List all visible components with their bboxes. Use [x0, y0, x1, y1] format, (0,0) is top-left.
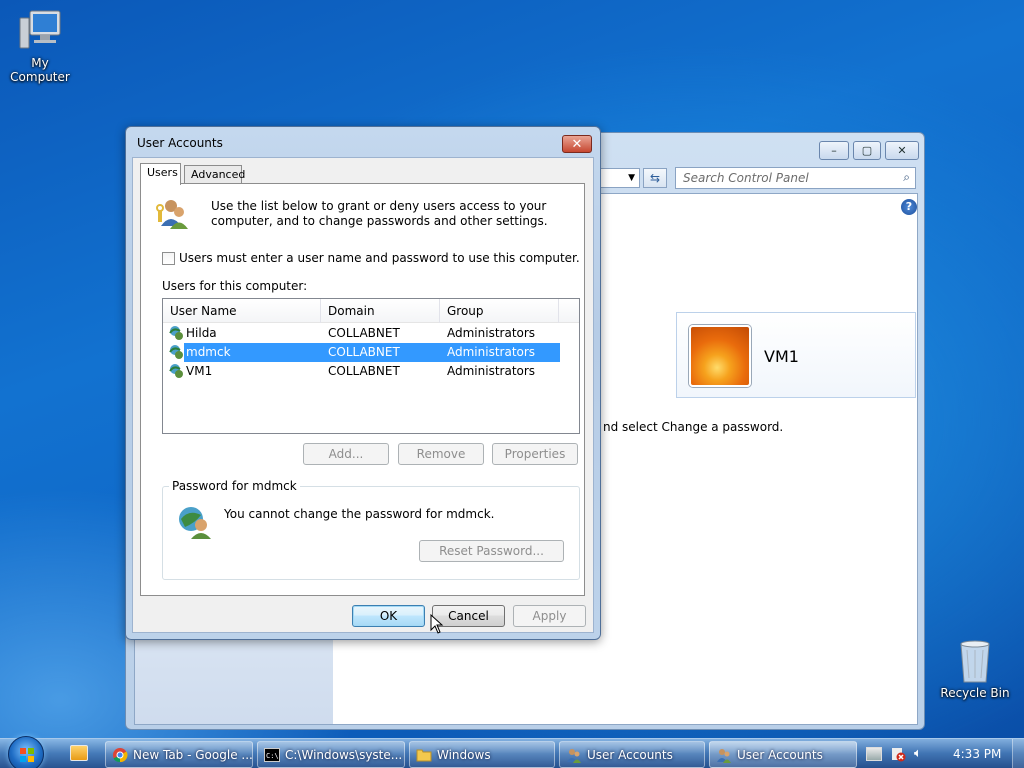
refresh-icon[interactable]: ⇆ [643, 168, 667, 188]
help-icon[interactable]: ? [901, 199, 917, 215]
recycle-bin-icon [955, 636, 995, 684]
instruction-text: nd select Change a password. [603, 420, 784, 434]
close-button[interactable]: ✕ [885, 141, 919, 160]
apply-button[interactable]: Apply [513, 605, 586, 627]
column-group[interactable]: Group [440, 299, 559, 323]
computer-icon [16, 8, 64, 54]
taskbar-item-user-accounts-active[interactable]: User Accounts [709, 741, 857, 768]
desktop-icon-my-computer[interactable]: My Computer [0, 8, 80, 84]
desktop-icon-label: My Computer [10, 56, 70, 84]
password-group-title: Password for mdmck [169, 479, 300, 493]
user-icon [169, 326, 183, 340]
command-prompt-icon: C:\ [264, 747, 280, 762]
user-globe-icon [177, 505, 211, 539]
dialog-body: Users Advanced Use the list below to gra… [132, 157, 594, 633]
remove-user-button[interactable]: Remove [398, 443, 484, 465]
minimize-button[interactable]: – [819, 141, 849, 160]
password-message: You cannot change the password for mdmck… [224, 507, 495, 521]
start-button[interactable] [8, 736, 44, 768]
search-icon[interactable]: ⌕ [903, 170, 910, 185]
users-keys-icon [155, 196, 189, 230]
user-name: Hilda [186, 326, 217, 340]
user-name: mdmck [186, 345, 231, 359]
user-group: Administrators [447, 326, 536, 340]
action-center-icon[interactable] [890, 746, 906, 762]
table-row[interactable]: Hilda COLLABNET Administrators [167, 324, 560, 343]
taskbar-item-chrome[interactable]: New Tab - Google ... [105, 741, 253, 768]
user-icon [169, 345, 183, 359]
tab-users[interactable]: Users [140, 163, 181, 185]
users-tab-panel: Use the list below to grant or deny user… [140, 183, 585, 596]
reset-password-button[interactable]: Reset Password... [419, 540, 564, 562]
add-user-button[interactable]: Add... [303, 443, 389, 465]
users-for-computer-label: Users for this computer: [162, 279, 308, 293]
users-icon [717, 748, 731, 763]
mouse-cursor-icon [430, 613, 444, 634]
properties-button[interactable]: Properties [492, 443, 578, 465]
must-enter-password-checkbox[interactable] [162, 252, 175, 265]
user-domain: COLLABNET [328, 345, 400, 359]
dialog-close-button[interactable]: ✕ [562, 135, 592, 153]
taskbar-item-label: Windows [437, 747, 491, 762]
must-enter-password-label[interactable]: Users must enter a user name and passwor… [179, 251, 580, 265]
taskbar-item-cmd[interactable]: C:\ C:\Windows\syste... [257, 741, 405, 768]
address-dropdown[interactable]: ▼ [600, 168, 640, 188]
user-picture [689, 325, 751, 387]
svg-text:C:\: C:\ [266, 752, 279, 760]
tab-advanced[interactable]: Advanced [184, 165, 245, 183]
users-list-header: User Name Domain Group [163, 299, 579, 323]
folder-icon [416, 749, 432, 761]
taskbar-item-explorer[interactable]: Windows [409, 741, 555, 768]
column-domain[interactable]: Domain [321, 299, 440, 323]
taskbar-item-label: User Accounts [737, 747, 823, 762]
column-user-name[interactable]: User Name [163, 299, 321, 323]
maximize-button[interactable]: ▢ [853, 141, 881, 160]
desktop-icon-label: Recycle Bin [940, 686, 1010, 700]
ok-button[interactable]: OK [352, 605, 425, 627]
taskbar-item-label: New Tab - Google ... [133, 747, 253, 762]
taskbar: New Tab - Google ... C:\ C:\Windows\syst… [0, 736, 1024, 768]
intro-text: Use the list below to grant or deny user… [211, 199, 548, 228]
user-group: Administrators [447, 364, 536, 378]
chrome-icon [113, 747, 128, 762]
taskbar-item-label: C:\Windows\syste... [285, 747, 403, 762]
taskbar-item-label: User Accounts [587, 747, 673, 762]
users-icon [567, 748, 581, 763]
users-list[interactable]: User Name Domain Group Hilda COLLABNET A… [162, 298, 580, 434]
table-row[interactable]: VM1 COLLABNET Administrators [167, 362, 560, 381]
clock[interactable]: 4:33 PM [953, 747, 1001, 761]
taskbar-item-user-accounts[interactable]: User Accounts [559, 741, 705, 768]
user-tile: VM1 [676, 312, 916, 398]
volume-icon[interactable]: 🔈︎ [914, 746, 930, 762]
show-desktop-button[interactable] [1012, 739, 1024, 768]
media-player-icon[interactable] [70, 745, 88, 761]
user-domain: COLLABNET [328, 364, 400, 378]
user-icon [169, 364, 183, 378]
dialog-title: User Accounts [137, 136, 223, 150]
search-control-panel-input[interactable]: Search Control Panel ⌕ [675, 167, 916, 189]
desktop-icon-recycle-bin[interactable]: Recycle Bin [935, 636, 1015, 700]
user-domain: COLLABNET [328, 326, 400, 340]
table-row-selected[interactable]: mdmck COLLABNET Administrators [167, 343, 560, 362]
password-groupbox: Password for mdmck You cannot change the… [162, 479, 580, 580]
network-icon[interactable] [866, 747, 882, 761]
windows-logo-icon [20, 748, 34, 762]
user-group: Administrators [447, 345, 536, 359]
user-name: VM1 [186, 364, 213, 378]
user-tile-name: VM1 [764, 347, 799, 366]
user-accounts-dialog: User Accounts ✕ Users Advanced Use the l… [125, 126, 601, 640]
